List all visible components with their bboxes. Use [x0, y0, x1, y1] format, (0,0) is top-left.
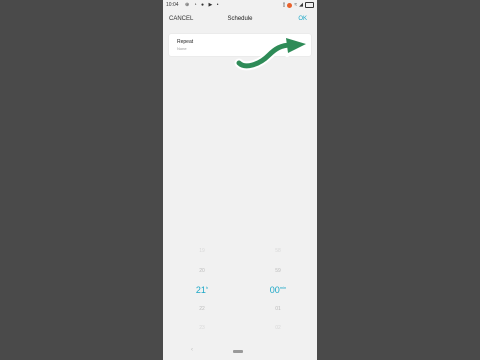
wifi-icon: ≈: [294, 2, 298, 8]
minute-picker[interactable]: 58 59 00min 01 02: [248, 244, 308, 334]
ok-button[interactable]: OK: [298, 12, 307, 26]
media-icon: ▶: [208, 2, 214, 8]
cancel-button[interactable]: CANCEL: [169, 12, 193, 26]
minute-selected-value: 00: [269, 285, 280, 295]
annotation-arrow-icon: [234, 35, 311, 71]
minute-option[interactable]: 01: [248, 306, 308, 312]
hour-option[interactable]: 22: [172, 306, 232, 312]
hour-unit: h: [205, 285, 209, 290]
minute-unit: min: [279, 285, 287, 290]
battery-icon: [305, 2, 314, 8]
status-right-icons: ▯ ≈ ◢: [283, 0, 314, 10]
hour-option[interactable]: 19: [172, 248, 232, 254]
minute-option[interactable]: 59: [248, 268, 308, 274]
navigation-bar: ‹: [163, 344, 317, 360]
hour-selected-value: 21: [195, 285, 206, 295]
notification-icon: ⊕: [185, 2, 191, 8]
repeat-label: Repeat: [177, 39, 194, 45]
hour-picker[interactable]: 19 20 21h 22 23: [172, 244, 232, 334]
signal-icon: ◢: [299, 2, 303, 8]
whatsapp-icon: ◔: [193, 2, 199, 8]
camera-icon: ●: [201, 2, 206, 8]
hour-option[interactable]: 20: [172, 268, 232, 274]
home-icon[interactable]: [233, 350, 243, 353]
hour-selected[interactable]: 21h: [172, 285, 232, 295]
alarm-icon: [287, 2, 293, 8]
status-bar: 10:04 ⊕ ◔ ● ▶ • ▯ ≈ ◢: [163, 0, 317, 10]
minute-option[interactable]: 02: [248, 325, 308, 331]
minute-selected[interactable]: 00min: [248, 285, 308, 295]
repeat-value: None: [177, 46, 187, 51]
minute-option[interactable]: 58: [248, 248, 308, 254]
app-header: Schedule CANCEL OK: [163, 12, 317, 26]
dot-icon: •: [216, 2, 220, 8]
hour-option[interactable]: 23: [172, 325, 232, 331]
status-left-icons: ⊕ ◔ ● ▶ •: [185, 0, 220, 10]
back-icon[interactable]: ‹: [191, 347, 193, 353]
status-time: 10:04: [166, 2, 179, 8]
vibrate-icon: ▯: [282, 2, 286, 8]
